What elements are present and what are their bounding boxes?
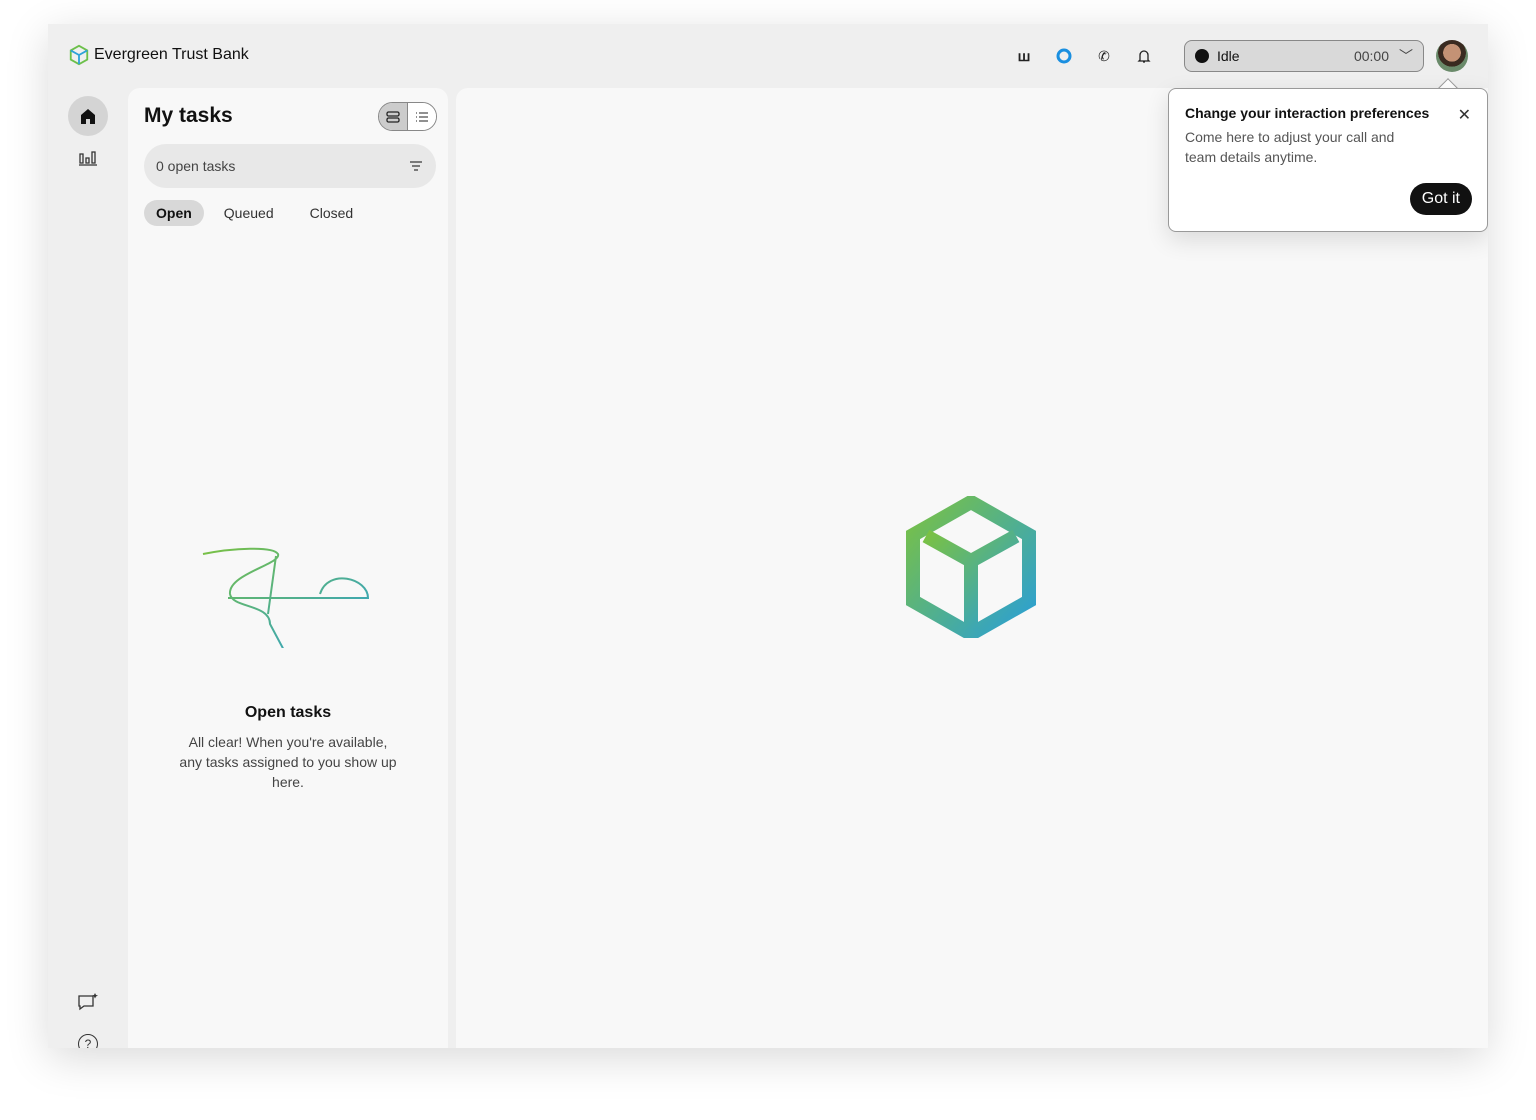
brand-name: Evergreen Trust Bank (94, 46, 249, 63)
empty-text: All clear! When you're available, any ta… (179, 734, 397, 790)
main-area (456, 88, 1488, 1048)
phone-icon[interactable]: ✆ (1094, 46, 1114, 66)
got-it-button[interactable]: Got it (1409, 183, 1472, 215)
chevron-down-icon: ﹀ (1399, 48, 1413, 64)
brand: Evergreen Trust Bank (68, 44, 249, 66)
empty-illustration (202, 547, 370, 648)
close-icon[interactable]: ✕ (1458, 105, 1471, 125)
tab-queued[interactable]: Queued (212, 200, 286, 226)
feedback-icon[interactable] (77, 992, 99, 1017)
assistant-icon[interactable] (1054, 46, 1074, 66)
bell-icon[interactable] (1134, 46, 1154, 66)
status-selector[interactable]: Idle 00:00 ﹀ (1184, 40, 1424, 72)
nav-home[interactable] (68, 96, 108, 136)
avatar[interactable] (1436, 40, 1468, 72)
status-timer: 00:00 (1353, 48, 1389, 64)
help-icon[interactable]: ? (78, 1034, 98, 1048)
clock-icon (1195, 49, 1209, 63)
empty-title: Open tasks (244, 704, 332, 721)
nav-analytics[interactable] (78, 148, 98, 171)
task-count: 0 open tasks (156, 158, 236, 174)
task-search[interactable]: 0 open tasks (144, 144, 436, 188)
tab-open[interactable]: Open (144, 200, 204, 226)
nav-rail: ? (48, 88, 128, 1048)
filter-icon[interactable] (410, 161, 422, 171)
status-label: Idle (1217, 48, 1240, 64)
logo-icon (69, 44, 89, 66)
app-window: Evergreen Trust Bank ꟺ ✆ Idle 00:00 ﹀ ? … (48, 24, 1488, 1048)
tasks-panel: My tasks 0 open tasks Open Queued Closed… (128, 88, 448, 1048)
view-toggle[interactable] (378, 102, 437, 131)
card-view-icon[interactable] (379, 103, 408, 130)
task-tabs: Open Queued Closed (144, 200, 373, 226)
tab-closed[interactable]: Closed (298, 200, 366, 226)
brand-logo-icon (906, 496, 1036, 638)
webex-icon[interactable]: ꟺ (1014, 46, 1034, 66)
list-view-icon[interactable] (408, 103, 436, 130)
home-icon (81, 109, 95, 124)
bar-chart-icon (79, 151, 97, 166)
popover-title: Change your interaction preferences (1185, 105, 1430, 121)
page-title: My tasks (144, 104, 233, 127)
preferences-popover: Change your interaction preferences ✕ Co… (1168, 88, 1488, 232)
popover-text: Come here to adjust your call and team d… (1185, 129, 1395, 165)
